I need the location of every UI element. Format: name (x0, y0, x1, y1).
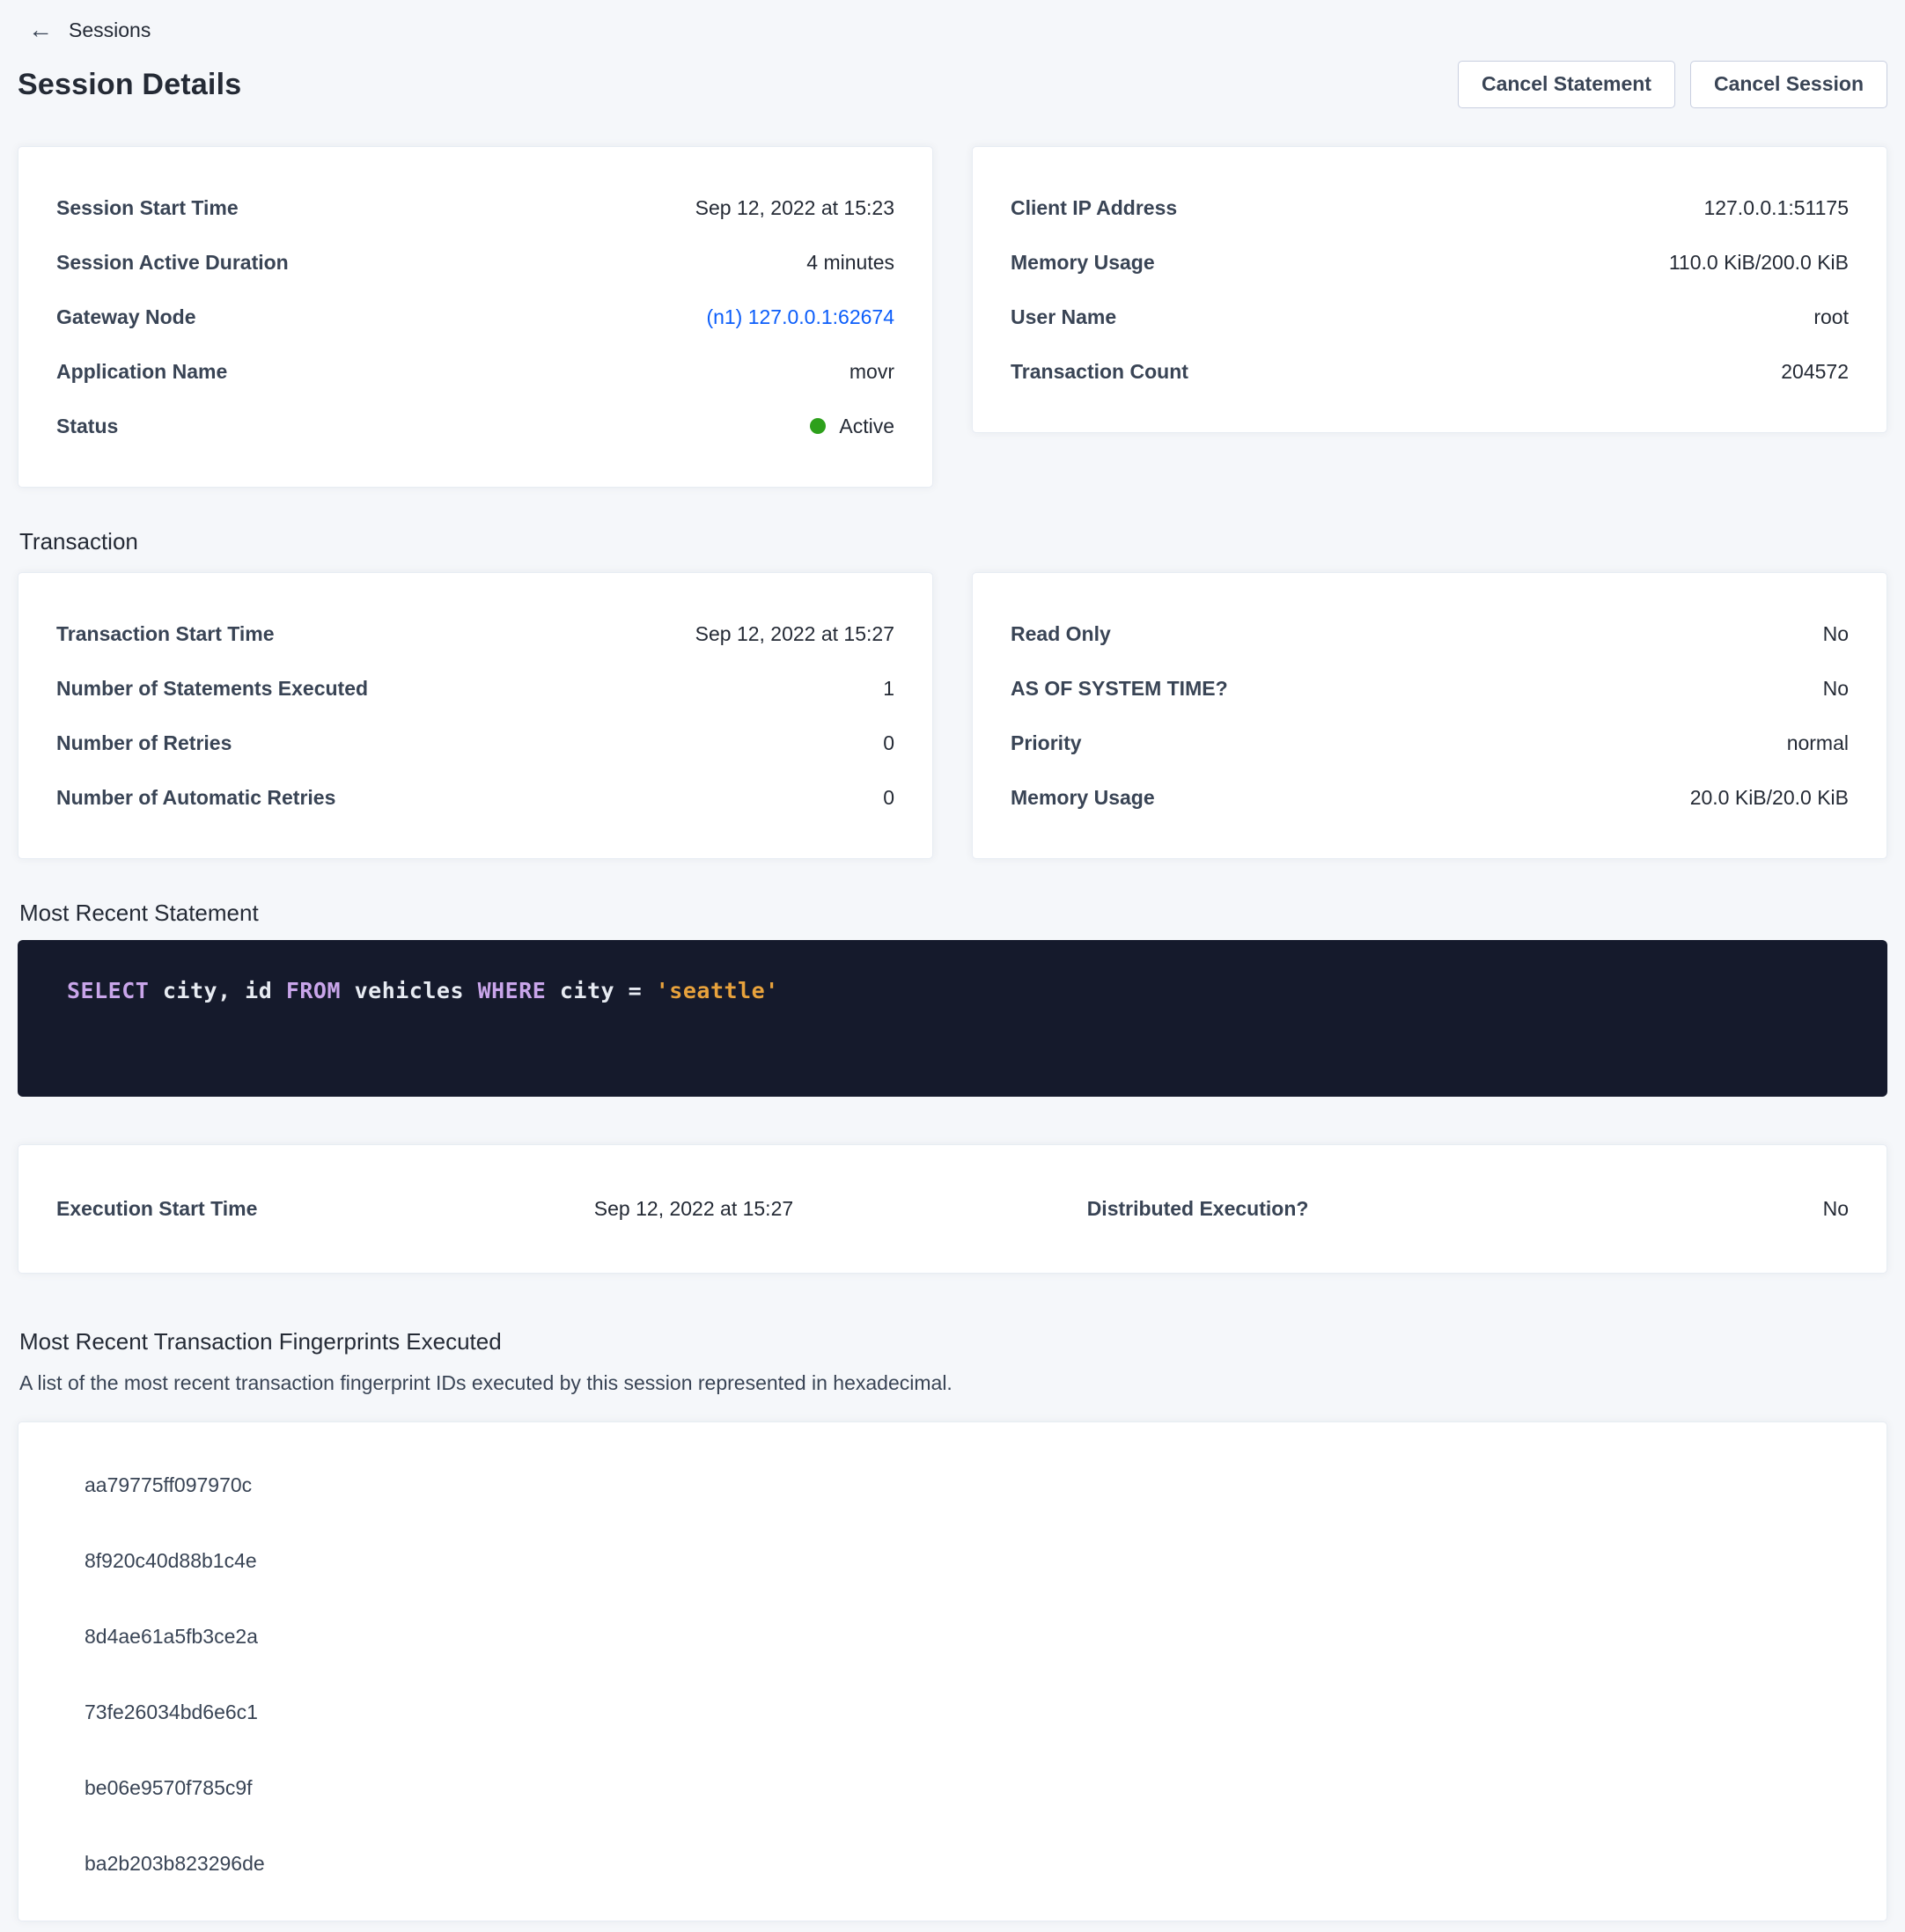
summary-row: Memory Usage 110.0 KiB/200.0 KiB (973, 235, 1887, 290)
row-value: 204572 (1781, 360, 1849, 384)
row-value: 20.0 KiB/20.0 KiB (1690, 786, 1849, 810)
row-value: normal (1787, 731, 1849, 755)
row-label: Memory Usage (1011, 251, 1155, 275)
fingerprint-item: be06e9570f785c9f (18, 1750, 1887, 1825)
fingerprint-item: 8d4ae61a5fb3ce2a (18, 1598, 1887, 1674)
row-label: Number of Retries (56, 731, 232, 755)
sql-statement-box: SELECT city, id FROM vehicles WHERE city… (18, 940, 1887, 1097)
back-to-sessions-link[interactable]: ← Sessions (28, 18, 151, 42)
distributed-execution-label: Distributed Execution? (1087, 1197, 1589, 1221)
fingerprint-item: aa79775ff097970c (18, 1447, 1887, 1523)
fingerprint-item: 73fe26034bd6e6c1 (18, 1674, 1887, 1750)
session-summary-cards: Session Start Time Sep 12, 2022 at 15:23… (18, 146, 1887, 488)
fingerprints-card: aa79775ff097970c 8f920c40d88b1c4e 8d4ae6… (18, 1421, 1887, 1921)
row-value: root (1813, 305, 1849, 329)
summary-row: Gateway Node (n1) 127.0.0.1:62674 (18, 290, 932, 344)
cancel-session-button[interactable]: Cancel Session (1690, 61, 1887, 107)
row-value: 0 (883, 786, 894, 810)
row-label: Status (56, 415, 118, 438)
summary-row: AS OF SYSTEM TIME? No (973, 661, 1887, 716)
row-label: User Name (1011, 305, 1116, 329)
row-value: No (1823, 677, 1849, 701)
transaction-cards: Transaction Start Time Sep 12, 2022 at 1… (18, 572, 1887, 859)
execution-start-label: Execution Start Time (56, 1197, 594, 1221)
execution-info-card: Execution Start Time Sep 12, 2022 at 15:… (18, 1144, 1887, 1274)
row-label: Memory Usage (1011, 786, 1155, 810)
status-text: Active (839, 415, 894, 438)
statement-section-heading: Most Recent Statement (19, 900, 1887, 926)
row-value: 127.0.0.1:51175 (1703, 196, 1849, 220)
page-title: Session Details (18, 68, 241, 102)
fingerprint-item: 8f920c40d88b1c4e (18, 1523, 1887, 1598)
sql-token: 'seattle' (656, 978, 779, 1003)
action-buttons: Cancel Statement Cancel Session (1458, 61, 1887, 107)
summary-row: Session Active Duration 4 minutes (18, 235, 932, 290)
summary-row: Transaction Start Time Sep 12, 2022 at 1… (18, 606, 932, 661)
sql-statement-text: SELECT city, id FROM vehicles WHERE city… (67, 978, 1838, 1004)
row-label: Priority (1011, 731, 1082, 755)
row-value: movr (850, 360, 894, 384)
row-label: Session Active Duration (56, 251, 289, 275)
row-value: 1 (883, 677, 894, 701)
cancel-statement-button[interactable]: Cancel Statement (1458, 61, 1675, 107)
status-active-dot-icon (810, 418, 826, 434)
row-label: Client IP Address (1011, 196, 1177, 220)
gateway-node-link[interactable]: (n1) 127.0.0.1:62674 (706, 305, 894, 329)
summary-row: Number of Automatic Retries 0 (18, 770, 932, 825)
sql-token: WHERE (478, 978, 547, 1003)
sql-token: FROM (286, 978, 341, 1003)
summary-row: Number of Retries 0 (18, 716, 932, 770)
sql-token: vehicles (341, 978, 478, 1003)
title-row: Session Details Cancel Statement Cancel … (18, 58, 1887, 111)
transaction-stats-card: Transaction Start Time Sep 12, 2022 at 1… (18, 572, 933, 859)
summary-row: Number of Statements Executed 1 (18, 661, 932, 716)
execution-row: Execution Start Time Sep 12, 2022 at 15:… (18, 1145, 1887, 1273)
status-badge: Active (810, 415, 894, 438)
summary-row: User Name root (973, 290, 1887, 344)
sql-token: city, id (149, 978, 286, 1003)
summary-row: Priority normal (973, 716, 1887, 770)
fingerprint-item: ba2b203b823296de (18, 1825, 1887, 1901)
back-arrow-icon: ← (28, 18, 53, 42)
summary-row: Memory Usage 20.0 KiB/20.0 KiB (973, 770, 1887, 825)
row-label: Number of Statements Executed (56, 677, 368, 701)
sql-token: SELECT (67, 978, 149, 1003)
summary-row: Transaction Count 204572 (973, 344, 1887, 399)
summary-row: Read Only No (973, 606, 1887, 661)
row-label: Number of Automatic Retries (56, 786, 335, 810)
sql-token: city = (546, 978, 655, 1003)
summary-row: Status Active (18, 399, 932, 453)
summary-row: Application Name movr (18, 344, 932, 399)
row-value: 110.0 KiB/200.0 KiB (1669, 251, 1849, 275)
fingerprints-section-heading: Most Recent Transaction Fingerprints Exe… (19, 1328, 1887, 1355)
row-label: AS OF SYSTEM TIME? (1011, 677, 1228, 701)
summary-row: Client IP Address 127.0.0.1:51175 (973, 180, 1887, 235)
session-details-page: ← Sessions Session Details Cancel Statem… (0, 0, 1905, 1932)
row-label: Transaction Start Time (56, 622, 275, 646)
row-label: Gateway Node (56, 305, 196, 329)
back-link-label: Sessions (69, 18, 151, 42)
session-info-card: Session Start Time Sep 12, 2022 at 15:23… (18, 146, 933, 488)
row-label: Session Start Time (56, 196, 239, 220)
transaction-props-card: Read Only No AS OF SYSTEM TIME? No Prior… (972, 572, 1887, 859)
distributed-execution-value: No (1589, 1197, 1849, 1221)
row-value: Sep 12, 2022 at 15:27 (695, 622, 894, 646)
row-value: 0 (883, 731, 894, 755)
summary-row: Session Start Time Sep 12, 2022 at 15:23 (18, 180, 932, 235)
row-label: Read Only (1011, 622, 1111, 646)
row-value: 4 minutes (806, 251, 894, 275)
fingerprints-description: A list of the most recent transaction fi… (19, 1370, 1887, 1395)
row-label: Transaction Count (1011, 360, 1188, 384)
row-value: Sep 12, 2022 at 15:23 (695, 196, 894, 220)
client-info-card: Client IP Address 127.0.0.1:51175 Memory… (972, 146, 1887, 433)
execution-start-value: Sep 12, 2022 at 15:27 (594, 1197, 1087, 1221)
row-label: Application Name (56, 360, 227, 384)
row-value: No (1823, 622, 1849, 646)
transaction-section-heading: Transaction (19, 528, 1887, 555)
